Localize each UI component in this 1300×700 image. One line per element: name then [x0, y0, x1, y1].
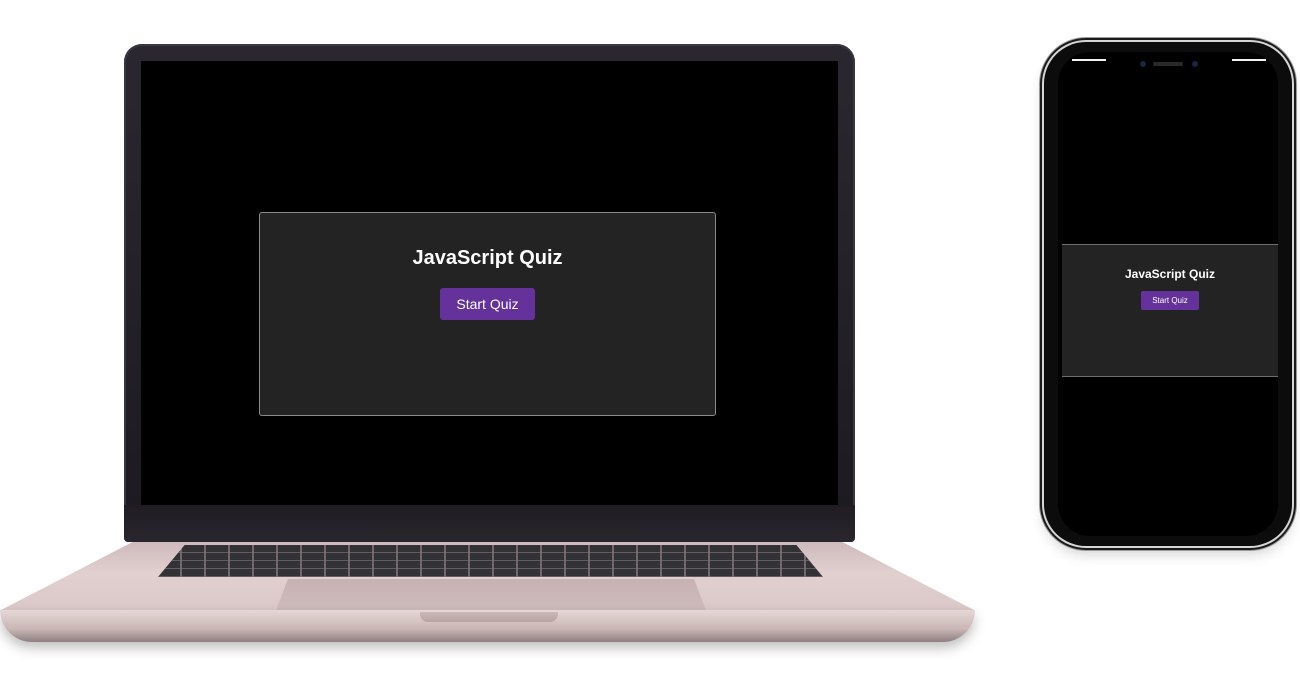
device-mockup-stage: JavaScript Quiz Start Quiz JavaScript Qu…	[0, 0, 1300, 700]
laptop-trackpad	[275, 579, 707, 613]
phone-quiz-title: JavaScript Quiz	[1124, 267, 1216, 281]
phone-status-left	[1072, 59, 1106, 61]
laptop-keyboard-rows	[158, 545, 823, 577]
phone-start-quiz-button[interactable]: Start Quiz	[1141, 291, 1199, 310]
phone-quiz-card: JavaScript Quiz Start Quiz	[1062, 244, 1278, 377]
phone-sensor-icon	[1192, 61, 1198, 67]
phone-speaker-icon	[1153, 62, 1183, 66]
laptop-quiz-title: JavaScript Quiz	[412, 247, 563, 269]
laptop-screen-chin	[124, 505, 855, 542]
phone-status-right	[1232, 59, 1266, 61]
laptop-opening-notch	[420, 612, 558, 622]
laptop-quiz-card: JavaScript Quiz Start Quiz	[259, 212, 716, 416]
laptop-start-quiz-button[interactable]: Start Quiz	[440, 288, 535, 320]
phone-camera-icon	[1140, 61, 1146, 67]
